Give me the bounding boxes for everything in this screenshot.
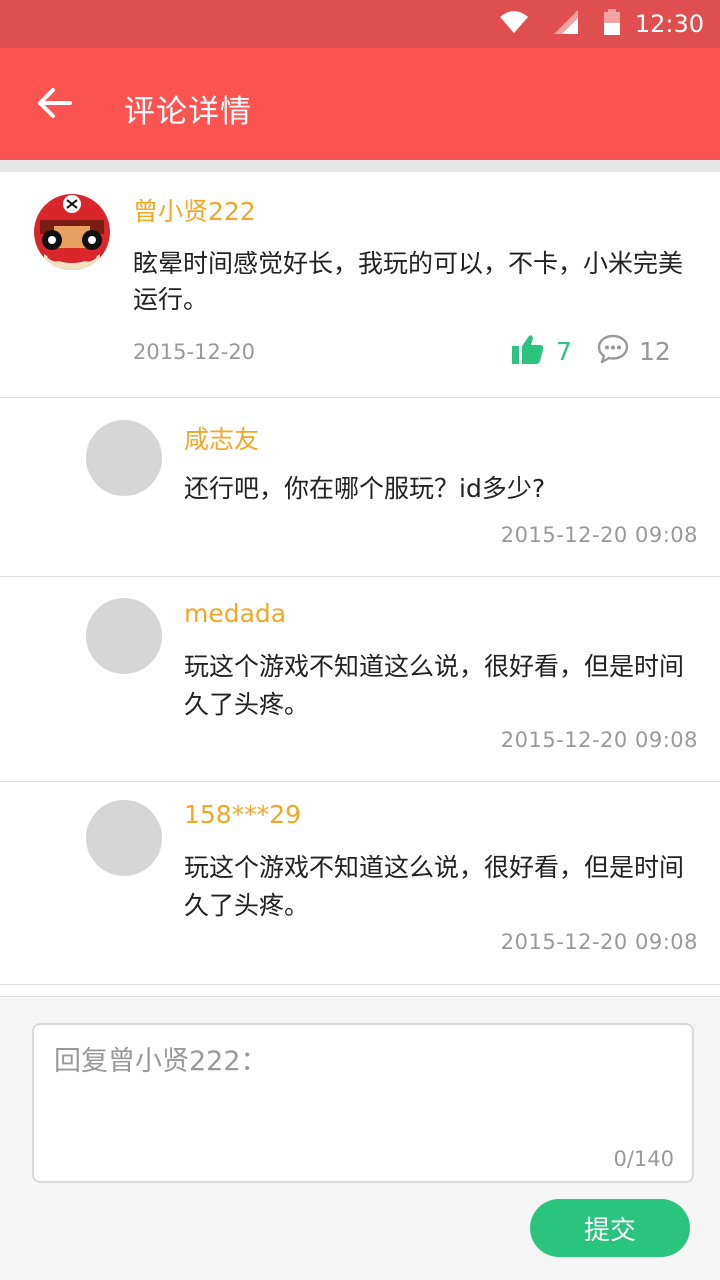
reply-text: 还行吧，你在哪个服玩？id多少? — [184, 474, 546, 503]
status-time: 12:30 — [634, 10, 704, 38]
reply-item: 咸志友 还行吧，你在哪个服玩？id多少? 2015-12-20 09:08 — [0, 398, 720, 577]
section-divider — [0, 160, 720, 172]
avatar[interactable] — [86, 420, 162, 496]
status-icons — [500, 9, 620, 39]
submit-button[interactable]: 提交 — [530, 1199, 690, 1257]
reply-username[interactable]: medada — [184, 599, 286, 628]
comment-count: 12 — [639, 336, 671, 366]
avatar[interactable] — [86, 800, 162, 876]
back-button[interactable] — [30, 82, 80, 128]
comment-text: 眩晕时间感觉好长，我玩的可以，不卡，小米完美运行。 — [133, 249, 684, 314]
status-bar: 12:30 — [0, 0, 720, 48]
page-title: 评论详情 — [124, 94, 252, 130]
app-bar: 评论详情 — [0, 48, 720, 160]
avatar[interactable] — [34, 194, 110, 270]
comment-button[interactable]: 12 — [597, 334, 671, 368]
wifi-icon — [500, 11, 528, 37]
reply-input-box: 0/140 — [32, 1023, 694, 1183]
like-button[interactable]: 7 — [512, 334, 572, 368]
comment-date: 2015-12-20 — [133, 340, 256, 364]
reply-date: 2015-12-20 09:08 — [500, 930, 698, 954]
reply-username[interactable]: 咸志友 — [184, 420, 259, 456]
reply-date: 2015-12-20 09:08 — [500, 728, 698, 752]
reply-username[interactable]: 158***29 — [184, 800, 301, 829]
signal-icon — [554, 10, 578, 38]
avatar[interactable] — [86, 598, 162, 674]
reply-item: medada 玩这个游戏不知道这么说，很好看，但是时间久了头疼。 2015-12… — [0, 577, 720, 782]
battery-icon — [604, 9, 620, 39]
reply-date: 2015-12-20 09:08 — [500, 523, 698, 547]
reply-form: 0/140 提交 — [0, 996, 720, 1280]
reply-item: 158***29 玩这个游戏不知道这么说，很好看，但是时间久了头疼。 2015-… — [0, 782, 720, 985]
char-counter: 0/140 — [613, 1147, 674, 1171]
like-count: 7 — [556, 336, 572, 366]
speech-bubble-icon — [597, 334, 629, 368]
arrow-left-icon — [38, 88, 72, 122]
thumbs-up-icon — [512, 334, 544, 368]
reply-input[interactable] — [54, 1039, 674, 1139]
comment-username[interactable]: 曾小贤222 — [133, 192, 256, 228]
reply-text: 玩这个游戏不知道这么说，很好看，但是时间久了头疼。 — [184, 652, 685, 719]
reply-text: 玩这个游戏不知道这么说，很好看，但是时间久了头疼。 — [184, 853, 685, 920]
main-comment: 曾小贤222 眩晕时间感觉好长，我玩的可以，不卡，小米完美运行。 2015-12… — [0, 172, 720, 398]
